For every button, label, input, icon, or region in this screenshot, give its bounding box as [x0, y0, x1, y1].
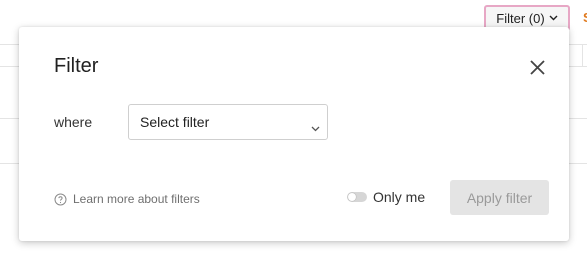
close-button[interactable] [526, 59, 548, 81]
filter-dialog: Filter where Select filter Learn more ab… [19, 27, 569, 241]
dialog-title: Filter [54, 55, 99, 77]
filter-select-value: Select filter [140, 114, 210, 130]
filter-toggle-label: Filter (0) [496, 10, 545, 26]
toolbar-edge-text: S [583, 10, 587, 25]
where-label: where [54, 114, 93, 130]
only-me-label: Only me [373, 189, 426, 205]
chevron-down-icon [311, 119, 320, 135]
help-circle-icon [54, 193, 67, 206]
filter-select[interactable]: Select filter [128, 104, 328, 140]
only-me-toggle[interactable] [347, 192, 367, 202]
help-link-label: Learn more about filters [73, 192, 200, 206]
help-link[interactable]: Learn more about filters [54, 192, 200, 206]
apply-filter-button[interactable]: Apply filter [450, 180, 549, 215]
only-me-control: Only me [347, 189, 425, 205]
column-divider [582, 44, 583, 66]
toggle-knob [348, 193, 356, 201]
close-icon [529, 60, 545, 80]
chevron-down-icon [549, 15, 558, 21]
